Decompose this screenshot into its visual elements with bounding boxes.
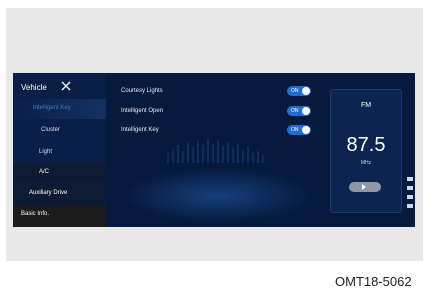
status-icon xyxy=(407,204,413,208)
sidebar-item-light[interactable]: Light xyxy=(13,143,106,163)
setting-row-intelligent-key: Intelligent Key ON xyxy=(121,124,313,138)
toggle-knob xyxy=(302,87,310,95)
sidebar-header: Vehicle xyxy=(13,73,106,101)
intelligent-key-toggle[interactable]: ON xyxy=(287,125,311,135)
toggle-knob xyxy=(302,126,310,134)
settings-list: Courtesy Lights ON Intelligent Open ON I… xyxy=(121,73,321,227)
sidebar-item-label: Cluster xyxy=(41,127,61,133)
play-icon xyxy=(362,184,366,190)
fm-frequency: 87.5 xyxy=(346,134,386,156)
setting-row-intelligent-open: Intelligent Open ON xyxy=(121,105,313,119)
toggle-knob xyxy=(302,107,310,115)
sidebar-item-cluster[interactable]: Cluster xyxy=(13,121,106,141)
setting-label: Intelligent Open xyxy=(121,108,164,114)
sidebar-item-basic-info[interactable]: Basic Info. xyxy=(13,205,106,227)
setting-row-courtesy-lights: Courtesy Lights ON xyxy=(121,85,313,99)
sidebar-item-auxiliary-drive[interactable]: Auxiliary Drive xyxy=(13,184,106,204)
sidebar-item-intelligent-key[interactable]: Intelligent Key xyxy=(13,99,106,119)
fm-radio-widget[interactable]: FM 87.5 MHz xyxy=(330,89,402,213)
status-icon xyxy=(407,186,413,190)
sidebar-item-label: A/C xyxy=(39,169,50,175)
toggle-state: ON xyxy=(291,88,299,94)
figure-code: OMT18-5062 xyxy=(335,274,412,289)
toggle-state: ON xyxy=(291,127,299,133)
sidebar-item-label: Basic Info. xyxy=(21,211,50,217)
sidebar-item-label: Light xyxy=(39,149,53,155)
status-icons xyxy=(407,177,415,225)
status-icon xyxy=(407,195,413,199)
sidebar-item-label: Auxiliary Drive xyxy=(29,190,68,196)
status-icon xyxy=(407,177,413,181)
sidebar: Vehicle Intelligent Key Cluster Light A/… xyxy=(13,73,106,227)
setting-label: Intelligent Key xyxy=(121,127,159,133)
setting-label: Courtesy Lights xyxy=(121,88,163,94)
sidebar-item-ac[interactable]: A/C xyxy=(13,163,106,183)
fm-unit: MHz xyxy=(360,160,372,166)
courtesy-lights-toggle[interactable]: ON xyxy=(287,86,311,96)
play-button[interactable] xyxy=(349,182,381,192)
close-icon[interactable] xyxy=(60,80,72,92)
infotainment-screen: Vehicle Intelligent Key Cluster Light A/… xyxy=(13,73,415,227)
fm-band-label: FM xyxy=(360,102,372,109)
sidebar-title: Vehicle xyxy=(21,83,47,92)
sidebar-item-label: Intelligent Key xyxy=(33,105,71,111)
toggle-state: ON xyxy=(291,108,299,114)
intelligent-open-toggle[interactable]: ON xyxy=(287,106,311,116)
